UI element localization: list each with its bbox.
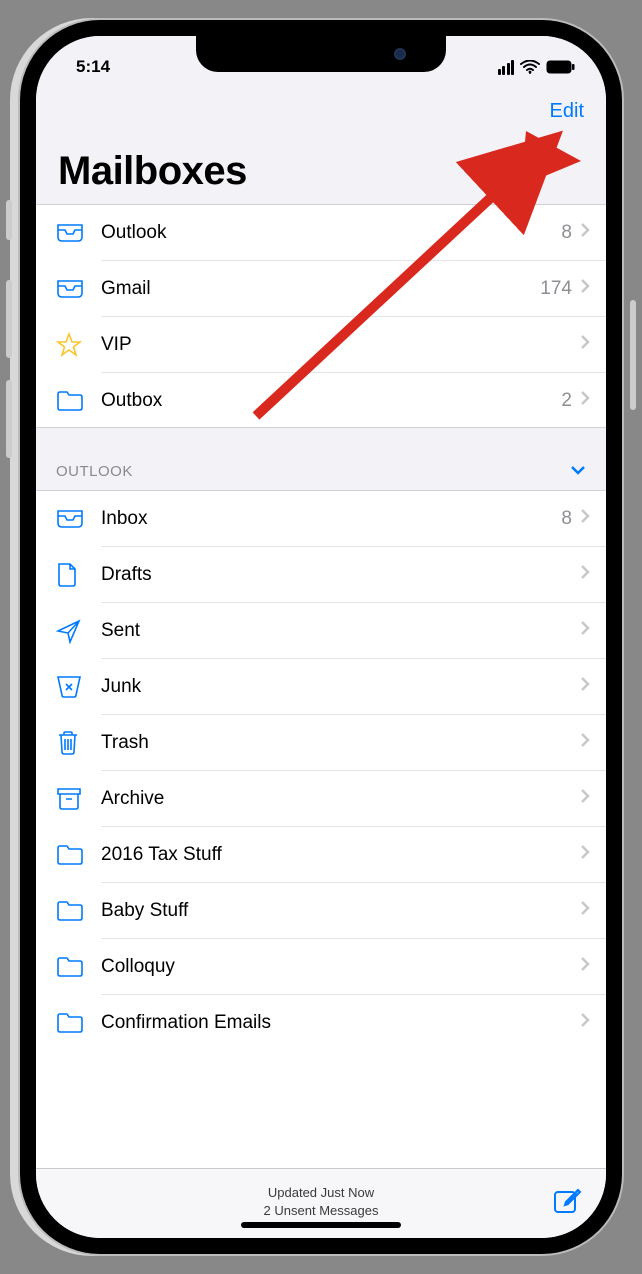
- mailbox-label: VIP: [101, 334, 580, 356]
- folder-row-confirmation-emails[interactable]: Confirmation Emails: [36, 995, 606, 1050]
- mailbox-row-outbox[interactable]: Outbox 2: [36, 373, 606, 428]
- mailbox-row-outlook[interactable]: Outlook 8: [36, 205, 606, 260]
- inbox-icon: [56, 279, 101, 299]
- folder-icon: [56, 1012, 101, 1034]
- chevron-right-icon: [580, 390, 590, 411]
- folder-count: 8: [561, 508, 572, 530]
- mailbox-count: 2: [561, 390, 572, 412]
- mailbox-label: Outbox: [101, 390, 561, 412]
- chevron-right-icon: [580, 222, 590, 243]
- chevron-right-icon: [580, 334, 590, 355]
- header: Edit Mailboxes: [36, 86, 606, 205]
- mailbox-count: 174: [540, 278, 572, 300]
- folder-label: Colloquy: [101, 956, 580, 978]
- chevron-right-icon: [580, 732, 590, 753]
- toolbar-status: Updated Just Now 2 Unsent Messages: [264, 1184, 379, 1219]
- page-title: Mailboxes: [58, 149, 584, 194]
- section-title: OUTLOOK: [56, 463, 133, 480]
- wifi-icon: [520, 60, 540, 74]
- home-indicator: [241, 1222, 401, 1228]
- folder-row-colloquy[interactable]: Colloquy: [36, 939, 606, 994]
- folder-row-drafts[interactable]: Drafts: [36, 547, 606, 602]
- chevron-right-icon: [580, 956, 590, 977]
- folder-icon: [56, 390, 101, 412]
- mailbox-label: Outlook: [101, 222, 561, 244]
- chevron-right-icon: [580, 788, 590, 809]
- chevron-down-icon: [570, 462, 586, 480]
- folder-label: Sent: [101, 620, 580, 642]
- edit-button[interactable]: Edit: [550, 100, 584, 123]
- folder-row-archive[interactable]: Archive: [36, 771, 606, 826]
- mailbox-count: 8: [561, 222, 572, 244]
- folder-icon: [56, 844, 101, 866]
- document-icon: [56, 562, 101, 588]
- cellular-icon: [498, 60, 515, 75]
- chevron-right-icon: [580, 620, 590, 641]
- chevron-right-icon: [580, 676, 590, 697]
- folder-row-2016-tax-stuff[interactable]: 2016 Tax Stuff: [36, 827, 606, 882]
- folder-row-baby-stuff[interactable]: Baby Stuff: [36, 883, 606, 938]
- folder-icon: [56, 900, 101, 922]
- send-icon: [56, 618, 101, 644]
- folder-row-trash[interactable]: Trash: [36, 715, 606, 770]
- status-icons: [498, 60, 577, 75]
- chevron-right-icon: [580, 564, 590, 585]
- folder-label: 2016 Tax Stuff: [101, 844, 580, 866]
- folder-row-inbox[interactable]: Inbox 8: [36, 491, 606, 546]
- battery-icon: [546, 60, 576, 74]
- folder-label: Trash: [101, 732, 580, 754]
- mailbox-row-gmail[interactable]: Gmail 174: [36, 261, 606, 316]
- inbox-icon: [56, 223, 101, 243]
- status-unsent: 2 Unsent Messages: [264, 1202, 379, 1220]
- mailbox-row-vip[interactable]: VIP: [36, 317, 606, 372]
- folder-row-junk[interactable]: Junk: [36, 659, 606, 714]
- folder-label: Drafts: [101, 564, 580, 586]
- trash-icon: [56, 730, 101, 756]
- chevron-right-icon: [580, 278, 590, 299]
- section-header-outlook[interactable]: OUTLOOK: [36, 427, 606, 491]
- mailbox-list: Outlook 8 Gmail 174 VIP: [36, 205, 606, 1168]
- chevron-right-icon: [580, 1012, 590, 1033]
- folder-label: Confirmation Emails: [101, 1012, 580, 1034]
- folder-label: Baby Stuff: [101, 900, 580, 922]
- folder-icon: [56, 956, 101, 978]
- junk-icon: [56, 675, 101, 699]
- folder-label: Junk: [101, 676, 580, 698]
- compose-button[interactable]: [550, 1185, 584, 1219]
- inbox-icon: [56, 509, 101, 529]
- mailbox-label: Gmail: [101, 278, 540, 300]
- star-icon: [56, 332, 101, 358]
- chevron-right-icon: [580, 508, 590, 529]
- folder-row-sent[interactable]: Sent: [36, 603, 606, 658]
- chevron-right-icon: [580, 900, 590, 921]
- folder-label: Archive: [101, 788, 580, 810]
- status-updated: Updated Just Now: [264, 1184, 379, 1202]
- archive-icon: [56, 787, 101, 811]
- folder-label: Inbox: [101, 508, 561, 530]
- chevron-right-icon: [580, 844, 590, 865]
- status-time: 5:14: [76, 57, 110, 77]
